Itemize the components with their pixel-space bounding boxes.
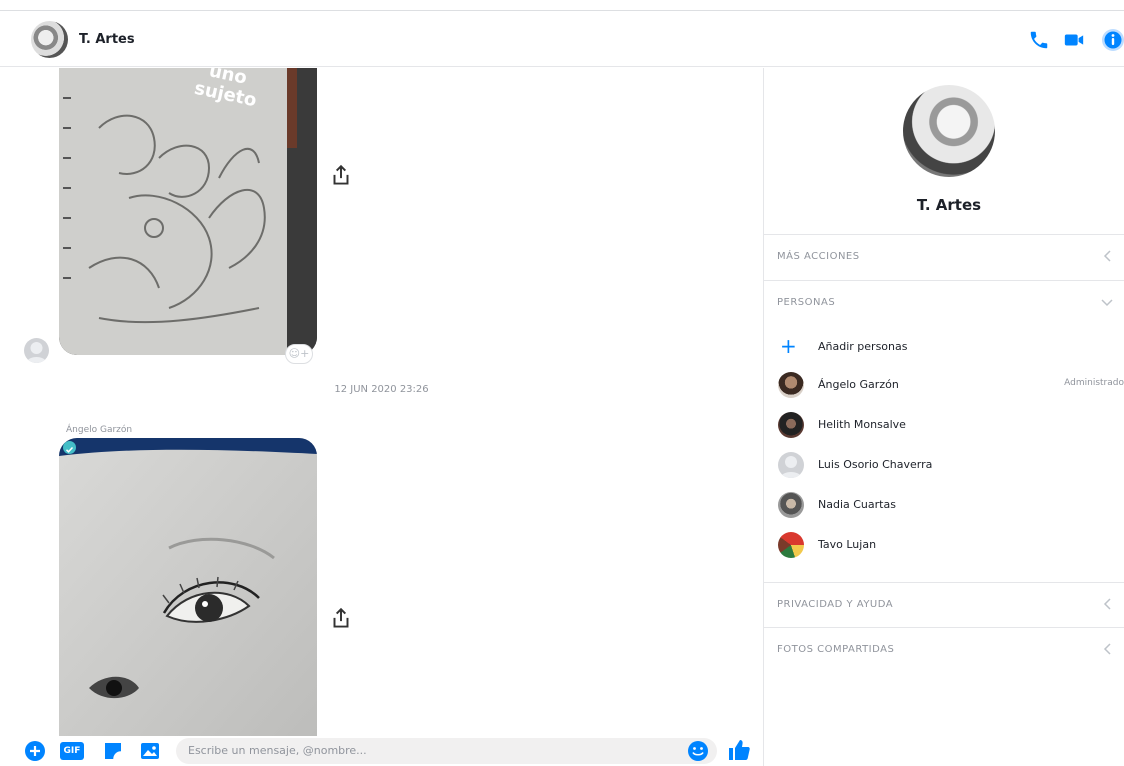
add-people-label: Añadir personas xyxy=(818,340,908,353)
person-role: Administrado xyxy=(1064,378,1124,388)
person-avatar xyxy=(778,412,804,438)
person-avatar xyxy=(778,532,804,558)
info-icon[interactable] xyxy=(1101,28,1124,52)
person-name: Tavo Lujan xyxy=(818,538,877,551)
shared-image-eye-drawing[interactable] xyxy=(59,438,317,736)
phone-icon[interactable] xyxy=(1028,29,1050,51)
section-more-actions[interactable]: MÁS ACCIONES xyxy=(764,234,1124,279)
message-list[interactable]: uno sujeto ☺+ 12 JUN 2020 23:26 Ángelo G… xyxy=(0,68,763,736)
chevron-down-icon xyxy=(1101,299,1113,307)
shared-image-sketch[interactable]: uno sujeto xyxy=(59,68,317,355)
seen-check-icon xyxy=(63,441,76,454)
person-name: Luis Osorio Chaverra xyxy=(818,458,933,471)
conversation-title[interactable]: T. Artes xyxy=(79,32,135,47)
section-label: PRIVACIDAD Y AYUDA xyxy=(777,599,894,610)
gif-button[interactable]: GIF xyxy=(60,742,84,760)
chevron-left-icon xyxy=(1103,598,1111,610)
group-avatar[interactable] xyxy=(903,85,995,177)
group-name: T. Artes xyxy=(916,196,982,214)
person-name: Ángelo Garzón xyxy=(818,378,899,391)
add-people-button[interactable]: + Añadir personas xyxy=(764,328,1124,366)
person-avatar xyxy=(778,492,804,518)
section-privacy-help[interactable]: PRIVACIDAD Y AYUDA xyxy=(764,582,1124,627)
composer-bar: GIF Escribe un mensaje, @nombre... xyxy=(0,736,763,766)
chevron-left-icon xyxy=(1103,250,1111,262)
conversation-info-panel: T. Artes MÁS ACCIONES PERSONAS + Añadir … xyxy=(764,68,1124,766)
person-avatar xyxy=(778,372,804,398)
section-people[interactable]: PERSONAS xyxy=(764,280,1124,325)
message-timestamp: 12 JUN 2020 23:26 xyxy=(334,384,429,395)
person-avatar xyxy=(778,452,804,478)
person-name: Helith Monsalve xyxy=(818,418,906,431)
person-row[interactable]: Tavo Lujan xyxy=(764,526,1124,564)
share-icon[interactable] xyxy=(328,163,354,189)
section-label: MÁS ACCIONES xyxy=(777,251,860,262)
sender-name: Ángelo Garzón xyxy=(66,425,133,435)
sender-avatar[interactable] xyxy=(24,338,49,363)
video-call-icon[interactable] xyxy=(1063,29,1085,51)
chevron-left-icon xyxy=(1103,643,1111,655)
person-row[interactable]: Nadia Cuartas xyxy=(764,486,1124,524)
message-input[interactable]: Escribe un mensaje, @nombre... xyxy=(176,738,717,764)
section-shared-photos[interactable]: FOTOS COMPARTIDAS xyxy=(764,627,1124,672)
photo-icon[interactable] xyxy=(139,740,161,762)
like-icon[interactable] xyxy=(727,738,751,762)
plus-icon: + xyxy=(780,334,797,358)
sticker-icon[interactable] xyxy=(102,740,124,762)
person-name: Nadia Cuartas xyxy=(818,498,896,511)
conversation-avatar[interactable] xyxy=(31,21,68,58)
share-icon-2[interactable] xyxy=(328,606,354,632)
plus-circle-icon[interactable] xyxy=(24,740,46,762)
person-row[interactable]: Helith Monsalve xyxy=(764,406,1124,444)
person-row[interactable]: Ángelo Garzón Administrado xyxy=(764,366,1124,404)
conversation-header: T. Artes xyxy=(0,11,1124,67)
emoji-icon[interactable] xyxy=(687,740,709,762)
section-label: PERSONAS xyxy=(777,297,836,308)
person-row[interactable]: Luis Osorio Chaverra xyxy=(764,446,1124,484)
add-reaction-button[interactable]: ☺+ xyxy=(285,344,313,364)
section-label: FOTOS COMPARTIDAS xyxy=(777,644,895,655)
